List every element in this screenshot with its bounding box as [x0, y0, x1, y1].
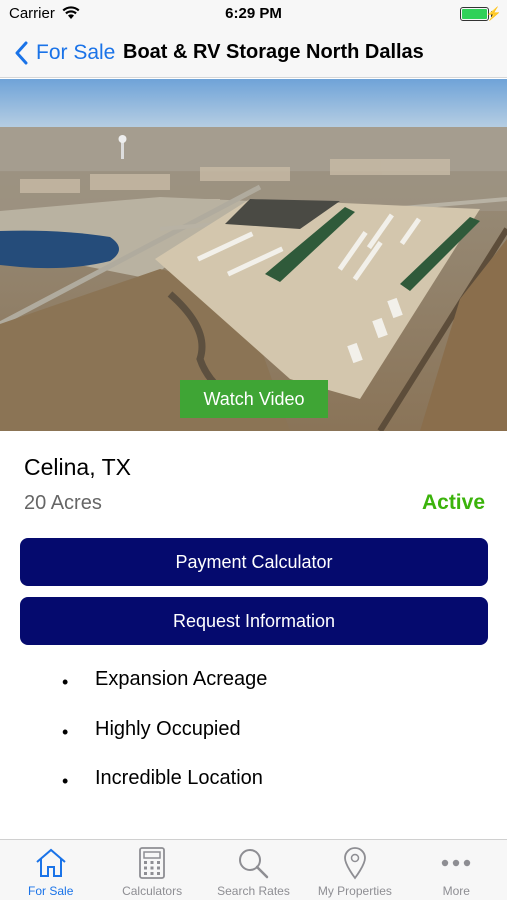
more-dots-icon: [442, 859, 471, 867]
calculator-icon: [139, 847, 165, 879]
tab-more[interactable]: More: [406, 840, 507, 900]
page-title: Boat & RV Storage North Dallas: [123, 41, 424, 63]
battery-level-fill: [462, 9, 487, 19]
watch-video-button[interactable]: Watch Video: [180, 380, 328, 418]
back-button[interactable]: For Sale: [14, 36, 115, 70]
tab-calculators[interactable]: Calculators: [101, 840, 202, 900]
property-location: Celina, TX: [24, 454, 131, 480]
chevron-left-icon: [15, 41, 28, 65]
status-bar: Carrier 6:29 PM ⚡: [0, 0, 507, 30]
search-icon: [239, 849, 269, 879]
property-acreage: 20 Acres: [24, 492, 102, 514]
status-badge: Active: [421, 491, 485, 514]
list-item: • Highly Occupied: [0, 718, 507, 768]
property-photo: Watch Video: [0, 79, 507, 431]
feature-text: Incredible Location: [95, 767, 263, 789]
payment-calculator-button[interactable]: Payment Calculator: [20, 538, 488, 586]
tab-my-properties[interactable]: My Properties: [304, 840, 405, 900]
bullet: •: [62, 721, 69, 742]
bullet: •: [62, 672, 69, 692]
back-button-label: For Sale: [36, 41, 116, 64]
home-icon: [36, 848, 66, 877]
tab-label: Search Rates: [217, 884, 290, 898]
list-item: • Expansion Acreage: [0, 668, 507, 718]
tab-label: For Sale: [28, 884, 74, 898]
aerial-photo-illustration: [0, 79, 507, 431]
feature-list: • Expansion Acreage • Highly Occupied • …: [0, 668, 507, 817]
feature-text: Highly Occupied: [95, 717, 241, 740]
tab-label: My Properties: [317, 884, 392, 898]
tab-label: Calculators: [122, 884, 183, 898]
map-pin-icon: [343, 847, 366, 880]
bullet: •: [62, 771, 69, 791]
list-item: • Incredible Location: [0, 767, 507, 817]
tab-bar: For Sale Calculators Search Rates My Pro…: [0, 839, 507, 900]
clock: 6:29 PM: [225, 5, 282, 22]
tab-for-sale[interactable]: For Sale: [0, 840, 101, 900]
request-information-button[interactable]: Request Information: [20, 597, 488, 645]
battery-icon: [460, 7, 489, 21]
charging-icon: ⚡: [485, 6, 502, 21]
feature-text: Expansion Acreage: [95, 668, 268, 690]
navigation-bar: For Sale Boat & RV Storage North Dallas: [0, 30, 507, 78]
tab-search-rates[interactable]: Search Rates: [203, 840, 304, 900]
tab-label: More: [442, 884, 470, 898]
